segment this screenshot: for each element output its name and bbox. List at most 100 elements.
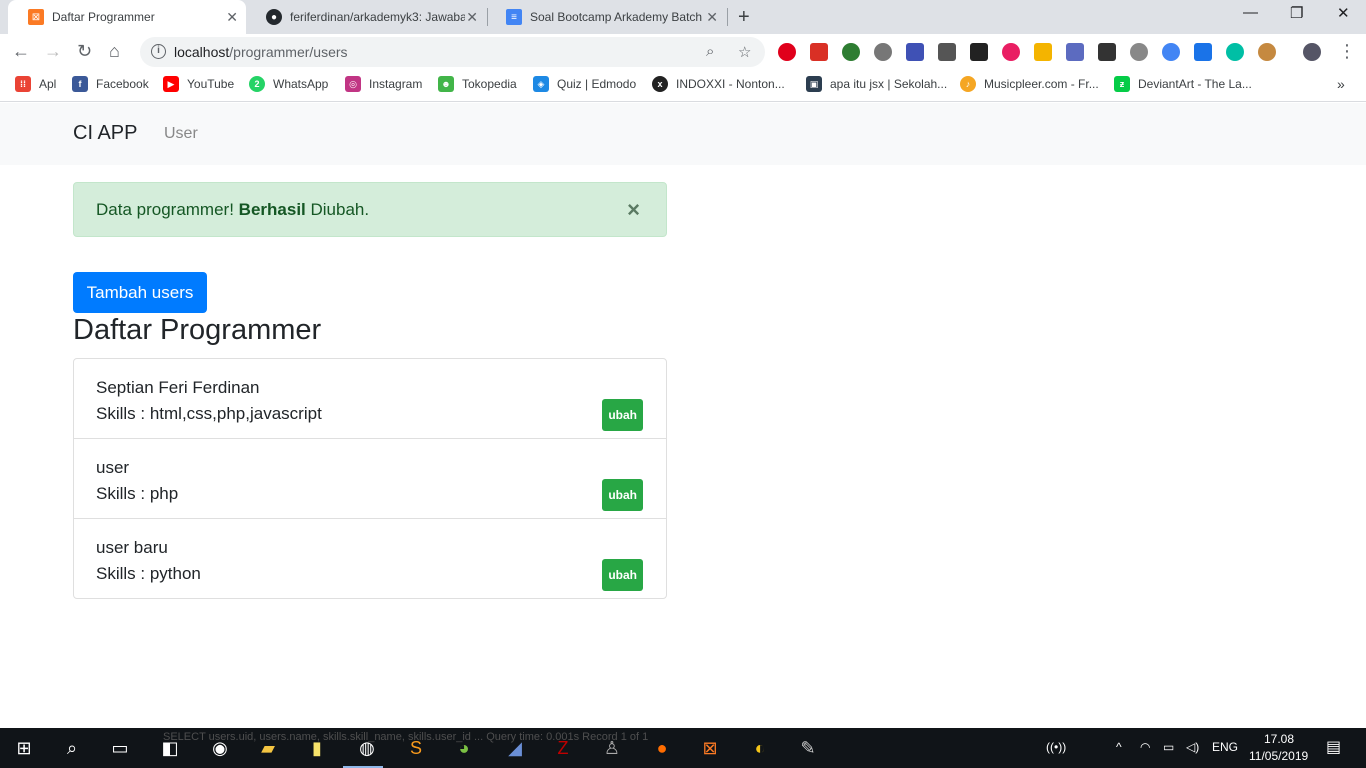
wifi-icon[interactable]: ◠ bbox=[1140, 740, 1150, 754]
sublime-icon[interactable]: S bbox=[404, 736, 428, 760]
close-window-button[interactable]: ✕ bbox=[1337, 4, 1350, 22]
list-item: Septian Feri Ferdinan Skills : html,css,… bbox=[74, 359, 666, 439]
new-extension-icon[interactable] bbox=[1194, 43, 1212, 61]
browser-toolbar: ← → ↻ ⌂ i localhost/programmer/users ⌕ ☆… bbox=[0, 34, 1366, 70]
infinity-extension-icon[interactable] bbox=[1130, 43, 1148, 61]
circle-app-icon[interactable]: ◉ bbox=[208, 736, 232, 760]
home-icon[interactable]: ⌂ bbox=[109, 41, 120, 62]
media-extension-icon[interactable] bbox=[810, 43, 828, 61]
notifications-icon[interactable]: ▤ bbox=[1326, 737, 1341, 757]
bookmark-musicpleer[interactable]: ♪ Musicpleer.com - Fr... bbox=[960, 76, 1099, 92]
page-navbar: CI APP User bbox=[0, 103, 1366, 165]
search-icon[interactable]: ⌕ bbox=[60, 736, 84, 760]
edmodo-icon: ◈ bbox=[533, 76, 549, 92]
menu-dots-icon[interactable]: ⋮ bbox=[1338, 41, 1356, 62]
tab-title: Daftar Programmer bbox=[52, 10, 155, 24]
cookie-extension-icon[interactable] bbox=[1258, 43, 1276, 61]
mascot-app-icon[interactable]: ◐ bbox=[748, 736, 772, 760]
bookmark-whatsapp[interactable]: 2 WhatsApp bbox=[249, 76, 328, 92]
bookmark-label: YouTube bbox=[187, 77, 235, 91]
battery-icon[interactable]: ▭ bbox=[1163, 740, 1174, 754]
paint-app-icon[interactable]: ✎ bbox=[796, 736, 820, 760]
programmer-name: user bbox=[96, 458, 130, 477]
robot-app-icon[interactable]: ♙ bbox=[600, 736, 624, 760]
opera-extension-icon[interactable] bbox=[778, 43, 796, 61]
tab-soal-bootcamp[interactable]: ≡ Soal Bootcamp Arkademy Batch ✕ bbox=[486, 0, 726, 34]
mask-extension-icon[interactable] bbox=[1098, 43, 1116, 61]
profile-avatar-icon[interactable] bbox=[1303, 43, 1321, 61]
deviantart-icon: ƶ bbox=[1114, 76, 1130, 92]
chrome-icon[interactable]: ◍ bbox=[355, 736, 379, 760]
close-tab-icon[interactable]: ✕ bbox=[226, 9, 238, 26]
gear-extension-icon[interactable] bbox=[874, 43, 892, 61]
forward-arrow-icon[interactable]: → bbox=[44, 41, 62, 62]
globe-app-icon[interactable]: ◕ bbox=[452, 736, 476, 760]
bookmark-label: Facebook bbox=[96, 77, 149, 91]
tab-daftar-programmer[interactable]: ⊠ Daftar Programmer ✕ bbox=[8, 0, 246, 34]
bookmarks-bar: ⁞⁞ Apl f Facebook ▶ YouTube 2 WhatsApp ◎ Inst… bbox=[0, 70, 1366, 102]
site-info-icon[interactable]: i bbox=[151, 44, 166, 59]
show-hidden-icons-icon[interactable]: ^ bbox=[1116, 740, 1122, 754]
navbar-brand[interactable]: CI APP bbox=[73, 122, 137, 145]
more-bookmarks-icon[interactable]: » bbox=[1337, 76, 1345, 92]
color-extension-icon[interactable] bbox=[1002, 43, 1020, 61]
add-users-button[interactable]: Tambah users bbox=[73, 272, 207, 313]
windows-start-icon[interactable]: ⊞ bbox=[12, 736, 36, 760]
dolphin-app-icon[interactable]: ◢ bbox=[503, 736, 527, 760]
globe-extension-icon[interactable] bbox=[842, 43, 860, 61]
language-indicator[interactable]: ENG bbox=[1212, 740, 1238, 754]
filezilla-icon[interactable]: Z bbox=[551, 736, 575, 760]
bookmark-apl[interactable]: ⁞⁞ Apl bbox=[15, 76, 56, 92]
bookmark-label: Quiz | Edmodo bbox=[557, 77, 637, 91]
bookmark-label: apa itu jsx | Sekolah... bbox=[830, 77, 948, 91]
bookmark-instagram[interactable]: ◎ Instagram bbox=[345, 76, 422, 92]
m-extension-icon[interactable] bbox=[1226, 43, 1244, 61]
bookmark-facebook[interactable]: f Facebook bbox=[72, 76, 149, 92]
clock-date[interactable]: 11/05/2019 bbox=[1249, 749, 1308, 763]
xampp-taskbar-icon[interactable]: ⊠ bbox=[698, 736, 722, 760]
reload-icon[interactable]: ↻ bbox=[77, 41, 92, 62]
file-explorer-icon[interactable]: ▰ bbox=[256, 736, 280, 760]
postman-icon[interactable]: ● bbox=[650, 736, 674, 760]
bookmark-indoxxi[interactable]: x INDOXXI - Nonton... bbox=[652, 76, 785, 92]
volume-icon[interactable]: ◁) bbox=[1186, 740, 1199, 754]
media-app-icon[interactable]: ◧ bbox=[158, 736, 182, 760]
bookmark-label: Musicpleer.com - Fr... bbox=[984, 77, 1099, 91]
zoom-icon[interactable]: ⌕ bbox=[706, 43, 714, 60]
docs-icon: ≡ bbox=[506, 9, 522, 25]
php-extension-icon[interactable] bbox=[1066, 43, 1084, 61]
bookmark-edmodo[interactable]: ◈ Quiz | Edmodo bbox=[533, 76, 636, 92]
edit-badge-button[interactable]: ubah bbox=[602, 559, 643, 591]
restore-button[interactable]: ❐ bbox=[1290, 4, 1303, 22]
notes-extension-icon[interactable] bbox=[1034, 43, 1052, 61]
grid-extension-icon[interactable] bbox=[906, 43, 924, 61]
sticky-notes-icon[interactable]: ▮ bbox=[305, 736, 329, 760]
nav-link-user[interactable]: User bbox=[164, 125, 198, 143]
bookmark-label: DeviantArt - The La... bbox=[1138, 77, 1252, 91]
new-tab-button[interactable]: + bbox=[738, 6, 750, 29]
minimize-button[interactable]: — bbox=[1243, 4, 1258, 21]
bookmark-tokopedia[interactable]: ☻ Tokopedia bbox=[438, 76, 517, 92]
edit-badge-button[interactable]: ubah bbox=[602, 479, 643, 511]
bookmark-youtube[interactable]: ▶ YouTube bbox=[163, 76, 234, 92]
bookmark-star-icon[interactable]: ☆ bbox=[738, 43, 751, 61]
tab-github[interactable]: ● feriferdinan/arkademyk3: Jawaba ✕ bbox=[246, 0, 486, 34]
move-extension-icon[interactable] bbox=[938, 43, 956, 61]
alert-close-icon[interactable]: × bbox=[627, 197, 640, 223]
task-view-icon[interactable]: ▭ bbox=[108, 736, 132, 760]
close-tab-icon[interactable]: ✕ bbox=[466, 9, 478, 26]
bookmark-sekolah[interactable]: ▣ apa itu jsx | Sekolah... bbox=[806, 76, 947, 92]
sekolah-icon: ▣ bbox=[806, 76, 822, 92]
back-arrow-icon[interactable]: ← bbox=[12, 41, 30, 62]
edit-badge-button[interactable]: ubah bbox=[602, 399, 643, 431]
clock-time[interactable]: 17.08 bbox=[1264, 732, 1294, 746]
tokopedia-icon: ☻ bbox=[438, 76, 454, 92]
bookmark-deviantart[interactable]: ƶ DeviantArt - The La... bbox=[1114, 76, 1252, 92]
network-status-icon[interactable]: ((•)) bbox=[1046, 740, 1066, 754]
bookmark-label: Tokopedia bbox=[462, 77, 517, 91]
success-alert: Data programmer! Berhasil Diubah. × bbox=[73, 182, 667, 237]
info-extension-icon[interactable] bbox=[1162, 43, 1180, 61]
address-bar[interactable]: i localhost/programmer/users ⌕ ☆ bbox=[140, 37, 765, 67]
tools-extension-icon[interactable] bbox=[970, 43, 988, 61]
close-tab-icon[interactable]: ✕ bbox=[706, 9, 718, 26]
